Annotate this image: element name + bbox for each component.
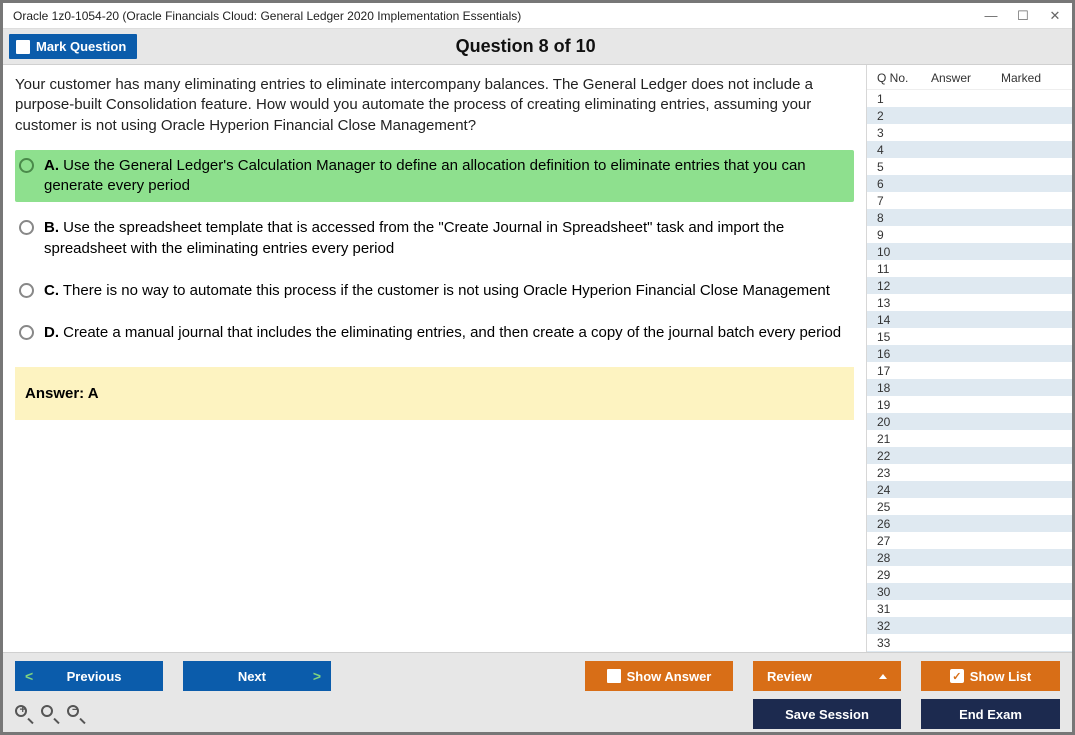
radio-icon	[19, 325, 34, 340]
maximize-icon[interactable]: ☐	[1016, 8, 1030, 24]
choice-a[interactable]: A. Use the General Ledger's Calculation …	[15, 150, 854, 203]
sidebar-row[interactable]: 33	[867, 634, 1072, 651]
col-header-qno: Q No.	[877, 71, 931, 85]
col-header-marked: Marked	[1001, 71, 1061, 85]
sidebar-row[interactable]: 23	[867, 464, 1072, 481]
sidebar-row[interactable]: 32	[867, 617, 1072, 634]
previous-button[interactable]: < Previous	[15, 661, 163, 691]
sidebar-row[interactable]: 18	[867, 379, 1072, 396]
show-list-button[interactable]: ✓ Show List	[921, 661, 1060, 691]
choice-text: C. There is no way to automate this proc…	[44, 281, 846, 301]
zoom-controls	[15, 705, 85, 723]
minimize-icon[interactable]: —	[984, 8, 998, 24]
choices-list: A. Use the General Ledger's Calculation …	[15, 150, 854, 350]
previous-label: Previous	[39, 669, 149, 684]
sidebar-row[interactable]: 3	[867, 124, 1072, 141]
choice-text: A. Use the General Ledger's Calculation …	[44, 156, 846, 197]
window-title: Oracle 1z0-1054-20 (Oracle Financials Cl…	[13, 9, 521, 23]
radio-icon	[19, 220, 34, 235]
radio-icon	[19, 158, 34, 173]
mark-question-button[interactable]: Mark Question	[9, 34, 137, 59]
sidebar-row[interactable]: 14	[867, 311, 1072, 328]
sidebar-row[interactable]: 6	[867, 175, 1072, 192]
question-content: Your customer has many eliminating entri…	[3, 65, 866, 652]
mark-question-label: Mark Question	[36, 39, 126, 54]
sidebar-row[interactable]: 30	[867, 583, 1072, 600]
bottombar: < Previous Next > Show Answer Review ✓ S…	[3, 652, 1072, 732]
zoom-reset-icon[interactable]	[41, 705, 59, 723]
save-session-label: Save Session	[785, 707, 869, 722]
sidebar-row[interactable]: 12	[867, 277, 1072, 294]
show-list-label: Show List	[970, 669, 1031, 684]
zoom-out-icon[interactable]	[67, 705, 85, 723]
end-exam-label: End Exam	[959, 707, 1022, 722]
sidebar-header: Q No. Answer Marked	[867, 65, 1072, 90]
topbar: Mark Question Question 8 of 10	[3, 29, 1072, 65]
sidebar-scroll[interactable]: 1234567891011121314151617181920212223242…	[867, 90, 1072, 652]
close-icon[interactable]: ✕	[1048, 8, 1062, 24]
sidebar-row[interactable]: 34	[867, 651, 1072, 652]
sidebar-row[interactable]: 11	[867, 260, 1072, 277]
sidebar-row[interactable]: 8	[867, 209, 1072, 226]
sidebar-row[interactable]: 9	[867, 226, 1072, 243]
col-header-answer: Answer	[931, 71, 1001, 85]
sidebar-row[interactable]: 19	[867, 396, 1072, 413]
checkbox-icon	[16, 40, 30, 54]
square-icon	[607, 669, 621, 683]
sidebar-row[interactable]: 21	[867, 430, 1072, 447]
review-button[interactable]: Review	[753, 661, 901, 691]
checkbox-checked-icon: ✓	[950, 669, 964, 683]
app-window: Oracle 1z0-1054-20 (Oracle Financials Cl…	[0, 0, 1075, 735]
chevron-left-icon: <	[25, 668, 33, 684]
chevron-right-icon: >	[313, 668, 321, 684]
sidebar-row[interactable]: 22	[867, 447, 1072, 464]
choice-c[interactable]: C. There is no way to automate this proc…	[15, 275, 854, 307]
sidebar-row[interactable]: 28	[867, 549, 1072, 566]
sidebar-row[interactable]: 4	[867, 141, 1072, 158]
show-answer-button[interactable]: Show Answer	[585, 661, 733, 691]
choice-text: B. Use the spreadsheet template that is …	[44, 218, 846, 259]
sidebar-row[interactable]: 20	[867, 413, 1072, 430]
sidebar-row[interactable]: 17	[867, 362, 1072, 379]
sidebar-row[interactable]: 31	[867, 600, 1072, 617]
sidebar-row[interactable]: 25	[867, 498, 1072, 515]
radio-icon	[19, 283, 34, 298]
sidebar-row[interactable]: 29	[867, 566, 1072, 583]
zoom-in-icon[interactable]	[15, 705, 33, 723]
question-text: Your customer has many eliminating entri…	[15, 75, 854, 136]
sidebar-row[interactable]: 15	[867, 328, 1072, 345]
sidebar-row[interactable]: 2	[867, 107, 1072, 124]
sidebar-row[interactable]: 26	[867, 515, 1072, 532]
end-exam-button[interactable]: End Exam	[921, 699, 1060, 729]
caret-up-icon	[879, 674, 887, 679]
choice-text: D. Create a manual journal that includes…	[44, 323, 846, 343]
next-label: Next	[197, 669, 307, 684]
titlebar: Oracle 1z0-1054-20 (Oracle Financials Cl…	[3, 3, 1072, 29]
next-button[interactable]: Next >	[183, 661, 331, 691]
question-list-sidebar: Q No. Answer Marked 12345678910111213141…	[866, 65, 1072, 652]
sidebar-row[interactable]: 10	[867, 243, 1072, 260]
sidebar-row[interactable]: 7	[867, 192, 1072, 209]
sidebar-row[interactable]: 5	[867, 158, 1072, 175]
answer-box: Answer: A	[15, 367, 854, 420]
sidebar-row[interactable]: 1	[867, 90, 1072, 107]
choice-d[interactable]: D. Create a manual journal that includes…	[15, 317, 854, 349]
review-label: Review	[767, 669, 812, 684]
choice-b[interactable]: B. Use the spreadsheet template that is …	[15, 212, 854, 265]
question-counter: Question 8 of 10	[137, 36, 914, 57]
sidebar-row[interactable]: 27	[867, 532, 1072, 549]
save-session-button[interactable]: Save Session	[753, 699, 901, 729]
sidebar-row[interactable]: 16	[867, 345, 1072, 362]
sidebar-row[interactable]: 13	[867, 294, 1072, 311]
show-answer-label: Show Answer	[627, 669, 712, 684]
sidebar-row[interactable]: 24	[867, 481, 1072, 498]
